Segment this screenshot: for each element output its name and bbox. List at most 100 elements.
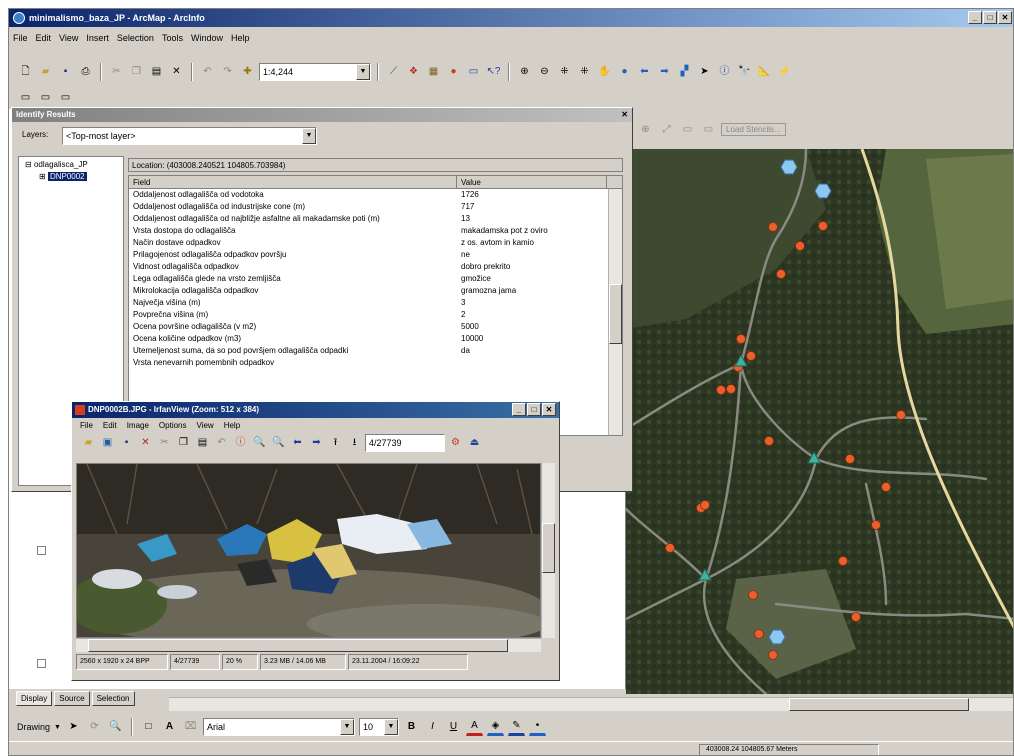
dump-site-marker[interactable] [838,556,848,566]
attribute-row[interactable]: Povprečna višina (m) 2 [129,309,622,321]
zoom-whole-page-icon[interactable]: ⊕ [637,121,654,138]
attribute-row[interactable]: Vrsta nenevarnih pomembnih odpadkov [129,357,622,369]
dump-site-marker[interactable] [736,334,746,344]
zoom-in-icon[interactable]: ⊕ [516,64,533,81]
load-stencils-button[interactable]: Load Stencils... [721,123,786,136]
text-icon[interactable]: A [161,719,178,736]
select-elements-icon[interactable]: ➤ [696,64,713,81]
save-icon[interactable]: ▪ [118,435,135,452]
undo-icon[interactable]: ↶ [213,435,230,452]
undo-icon[interactable]: ↶ [199,64,216,81]
cut-icon[interactable]: ✂ [156,435,173,452]
italic-icon[interactable]: I [424,719,441,736]
line-color-icon[interactable]: ✎ [507,719,525,736]
tab-display[interactable]: Display [16,691,53,706]
menu-help[interactable]: Help [231,33,250,43]
rotate-icon[interactable]: ⟳ [86,719,103,736]
attribute-row[interactable]: Vidnost odlagališča odpadkov dobro prekri… [129,261,622,273]
dump-site-marker[interactable] [746,351,756,361]
dump-site-marker[interactable] [754,629,764,639]
forward-extent-icon[interactable]: ➡ [656,64,673,81]
scroll-thumb[interactable] [609,284,622,344]
menu-view[interactable]: View [59,33,78,43]
tree-child[interactable]: ⊞ DNP0002 [19,169,123,181]
zoom-out-icon[interactable]: 🔍 [270,435,287,452]
dump-site-marker[interactable] [700,500,710,510]
chevron-down-icon[interactable]: ▼ [339,719,354,735]
dump-site-marker[interactable] [768,222,778,232]
viewer-menu-view[interactable]: View [197,421,214,430]
next-icon[interactable]: ➡ [308,435,325,452]
dump-site-marker[interactable] [881,482,891,492]
menu-selection[interactable]: Selection [117,33,154,43]
paste-icon[interactable]: ▤ [194,435,211,452]
attribute-row[interactable]: Mikrolokacija odlagališča odpadkov gramoz… [129,285,622,297]
attribute-row[interactable]: Ocena količine odpadkov (m3) 10000 [129,333,622,345]
copy-icon[interactable]: ❐ [128,64,145,81]
slideshow-icon[interactable]: ▣ [99,435,116,452]
dump-site-marker[interactable] [764,436,774,446]
viewer-menu-help[interactable]: Help [224,421,240,430]
dump-site-marker[interactable] [871,520,881,530]
dump-site-marker[interactable] [795,241,805,251]
zoom-in-icon[interactable]: 🔍 [251,435,268,452]
tree-root[interactable]: ⊟ odlagalisca_JP [19,157,123,169]
col-value-header[interactable]: Value [457,176,607,188]
map-view[interactable] [626,149,1013,694]
open-icon[interactable]: ▰ [80,435,97,452]
viewer-menu-image[interactable]: Image [127,421,149,430]
viewer-menu-edit[interactable]: Edit [103,421,117,430]
menu-window[interactable]: Window [191,33,223,43]
toolbar-btn-2-icon[interactable]: ▭ [37,90,54,107]
viewer-vscroll[interactable] [541,463,555,638]
back-extent-icon[interactable]: ⬅ [636,64,653,81]
editor-icon[interactable]: ⟋ [385,64,402,81]
settings-icon[interactable]: ⚙ [447,435,464,452]
zoom-icon[interactable]: 🔍 [107,719,124,736]
map-hscroll[interactable] [169,697,1013,711]
command-line-icon[interactable]: ▭ [465,64,482,81]
dump-site-marker[interactable] [748,590,758,600]
landfill-marker[interactable] [814,183,832,199]
menu-file[interactable]: File [13,33,28,43]
arctoolbox-icon[interactable]: ❖ [405,64,422,81]
attribute-row[interactable]: Način dostave odpadkov z os. avtom in kam… [129,237,622,249]
identify-title-bar[interactable]: Identify Results ✕ [12,108,632,122]
drawing-menu[interactable]: Drawing [17,722,50,732]
dump-site-marker[interactable] [768,650,778,660]
measure-icon[interactable]: 📐 [756,64,773,81]
toolbar-btn-1-icon[interactable]: ▭ [17,90,34,107]
attribute-row[interactable]: Oddaljenost odlagališča od industrijske … [129,201,622,213]
dump-site-marker[interactable] [776,269,786,279]
attributes-scrollbar[interactable] [608,189,622,435]
info-icon[interactable]: ⓘ [232,435,249,452]
window-title-bar[interactable]: minimalismo_baza_JP - ArcMap - ArcInfo _… [9,9,1013,27]
viewer-vscroll-thumb[interactable] [542,523,555,573]
exit-icon[interactable]: ⏏ [466,435,483,452]
redo-icon[interactable]: ↷ [219,64,236,81]
viewer-maximize-button[interactable]: □ [527,403,541,416]
bold-icon[interactable]: B [403,719,420,736]
dump-site-marker[interactable] [818,221,828,231]
dump-site-marker[interactable] [716,385,726,395]
chevron-down-icon[interactable]: ▼ [356,64,370,80]
paste-icon[interactable]: ▤ [148,64,165,81]
attribute-row[interactable]: Lega odlagališča glede na vrsto zemljišč… [129,273,622,285]
callout-icon[interactable]: ⌧ [182,719,199,736]
dump-site-marker[interactable] [896,410,906,420]
marker-color-icon[interactable]: • [528,719,546,736]
layout-view-icon[interactable]: ▭ [679,121,696,138]
dump-site-marker[interactable] [665,543,675,553]
landfill-marker[interactable] [768,629,786,645]
viewer-minimize-button[interactable]: _ [512,403,526,416]
font-color-icon[interactable]: A [465,719,483,736]
col-field-header[interactable]: Field [129,176,457,188]
new-document-icon[interactable]: 🗋 [17,64,34,81]
whats-this-icon[interactable]: ↖? [485,64,502,81]
maximize-button[interactable]: □ [983,11,997,24]
pan-icon[interactable]: ✋ [596,64,613,81]
identify-close-icon[interactable]: ✕ [621,108,628,122]
scale-combo[interactable]: 1:4,244 ▼ [259,63,371,81]
arccatalog-icon[interactable]: ▦ [425,64,442,81]
save-icon[interactable]: ▪ [57,64,74,81]
